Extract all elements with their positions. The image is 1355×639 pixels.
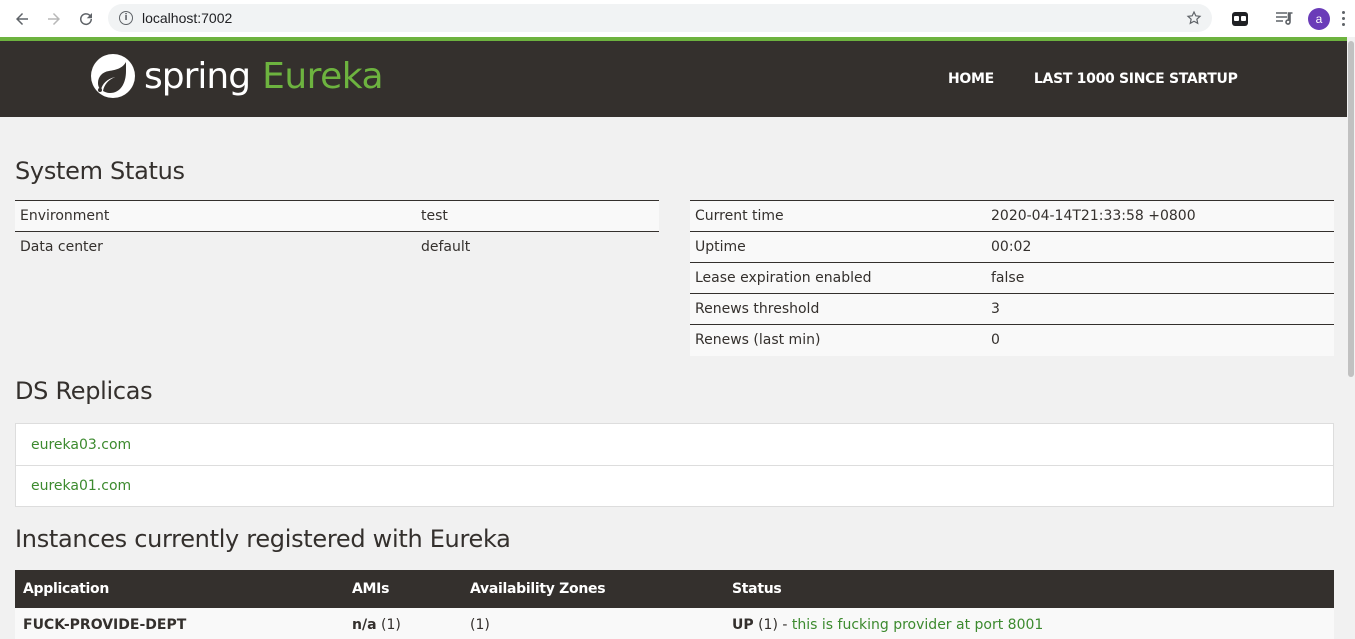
address-bar[interactable]: i localhost:7002: [108, 4, 1212, 32]
status-label: Data center: [20, 239, 103, 256]
scrollbar-thumb[interactable]: [1348, 41, 1354, 377]
page-scrollbar[interactable]: [1347, 37, 1355, 639]
status-label: Current time: [690, 200, 986, 232]
table-row: Environment test: [15, 200, 659, 232]
arrow-left-icon: [16, 12, 28, 25]
system-status-heading: System Status: [15, 157, 185, 185]
status-label: Renews (last min): [690, 324, 986, 356]
status-value: 0: [986, 324, 1334, 356]
logo-spring-text: spring: [144, 55, 251, 97]
application-name: FUCK-PROVIDE-DEPT: [15, 608, 344, 639]
forward-button[interactable]: [40, 5, 68, 33]
site-info-icon[interactable]: i: [119, 11, 133, 25]
eureka-page: spring Eureka HOME LAST 1000 SINCE START…: [0, 37, 1355, 639]
extension-icon[interactable]: [1232, 11, 1248, 26]
table-row: Renews threshold 3: [690, 293, 1334, 325]
amis-count: (1): [380, 617, 401, 633]
spring-eureka-logo[interactable]: spring Eureka: [90, 53, 384, 99]
instances-table: Application AMIs Availability Zones Stat…: [15, 570, 1334, 639]
profile-avatar[interactable]: a: [1308, 7, 1330, 30]
replica-link[interactable]: eureka03.com: [31, 437, 131, 453]
status-value: 3: [986, 293, 1334, 325]
address-url: localhost:7002: [142, 10, 233, 26]
table-row: Current time 2020-04-14T21:33:58 +0800: [690, 200, 1334, 232]
status-label: Uptime: [690, 231, 986, 263]
table-row: FUCK-PROVIDE-DEPT n/a (1) (1) UP (1) - t…: [15, 608, 1334, 639]
ds-replicas-list: eureka03.com eureka01.com: [15, 423, 1334, 507]
nav-links: HOME LAST 1000 SINCE STARTUP: [948, 71, 1238, 87]
status-cell: UP (1) - this is fucking provider at por…: [724, 608, 1334, 639]
nav-home-link[interactable]: HOME: [948, 71, 994, 87]
arrow-right-icon: [48, 12, 60, 25]
table-header-row: Application AMIs Availability Zones Stat…: [15, 570, 1334, 608]
back-button[interactable]: [8, 5, 36, 33]
reload-icon: [80, 12, 93, 25]
status-value: 2020-04-14T21:33:58 +0800: [986, 200, 1334, 232]
list-item: eureka01.com: [16, 465, 1333, 506]
table-row: Renews (last min) 0: [690, 324, 1334, 356]
status-value: default: [421, 239, 471, 256]
amis-cell: n/a (1): [344, 608, 462, 639]
status-up: UP: [732, 617, 754, 633]
media-queue-icon[interactable]: [1276, 11, 1294, 26]
instance-link[interactable]: this is fucking provider at port 8001: [792, 617, 1043, 633]
column-header-amis: AMIs: [344, 570, 462, 608]
zones-cell: (1): [462, 608, 724, 639]
system-status-left-table: Environment test Data center default: [15, 200, 659, 263]
status-value: 00:02: [986, 231, 1334, 263]
status-count: (1) -: [758, 617, 792, 633]
spring-leaf-icon: [91, 54, 135, 98]
bookmark-star-icon[interactable]: [1186, 10, 1202, 26]
top-navbar: spring Eureka HOME LAST 1000 SINCE START…: [0, 37, 1355, 117]
list-item: eureka03.com: [16, 424, 1333, 465]
ds-replicas-heading: DS Replicas: [15, 377, 153, 405]
status-label: Lease expiration enabled: [690, 262, 986, 294]
status-value: test: [416, 200, 659, 232]
table-row: Data center default: [15, 232, 659, 263]
menu-kebab-icon[interactable]: [1342, 11, 1346, 26]
amis-name: n/a: [352, 617, 377, 633]
column-header-status: Status: [724, 570, 1334, 608]
logo-eureka-text: Eureka: [262, 55, 384, 97]
table-row: Uptime 00:02: [690, 231, 1334, 263]
instances-heading: Instances currently registered with Eure…: [15, 525, 511, 553]
column-header-zones: Availability Zones: [462, 570, 724, 608]
table-row: Lease expiration enabled false: [690, 262, 1334, 294]
reload-button[interactable]: [72, 5, 100, 33]
status-value: false: [986, 262, 1334, 294]
browser-actions: a: [1232, 0, 1355, 37]
status-label: Environment: [15, 200, 416, 232]
system-status-right-table: Current time 2020-04-14T21:33:58 +0800 U…: [690, 200, 1334, 356]
browser-toolbar: i localhost:7002 a: [0, 0, 1355, 37]
status-label: Renews threshold: [690, 293, 986, 325]
replica-link[interactable]: eureka01.com: [31, 478, 131, 494]
column-header-application: Application: [15, 570, 344, 608]
nav-last-1000-link[interactable]: LAST 1000 SINCE STARTUP: [1034, 71, 1238, 87]
